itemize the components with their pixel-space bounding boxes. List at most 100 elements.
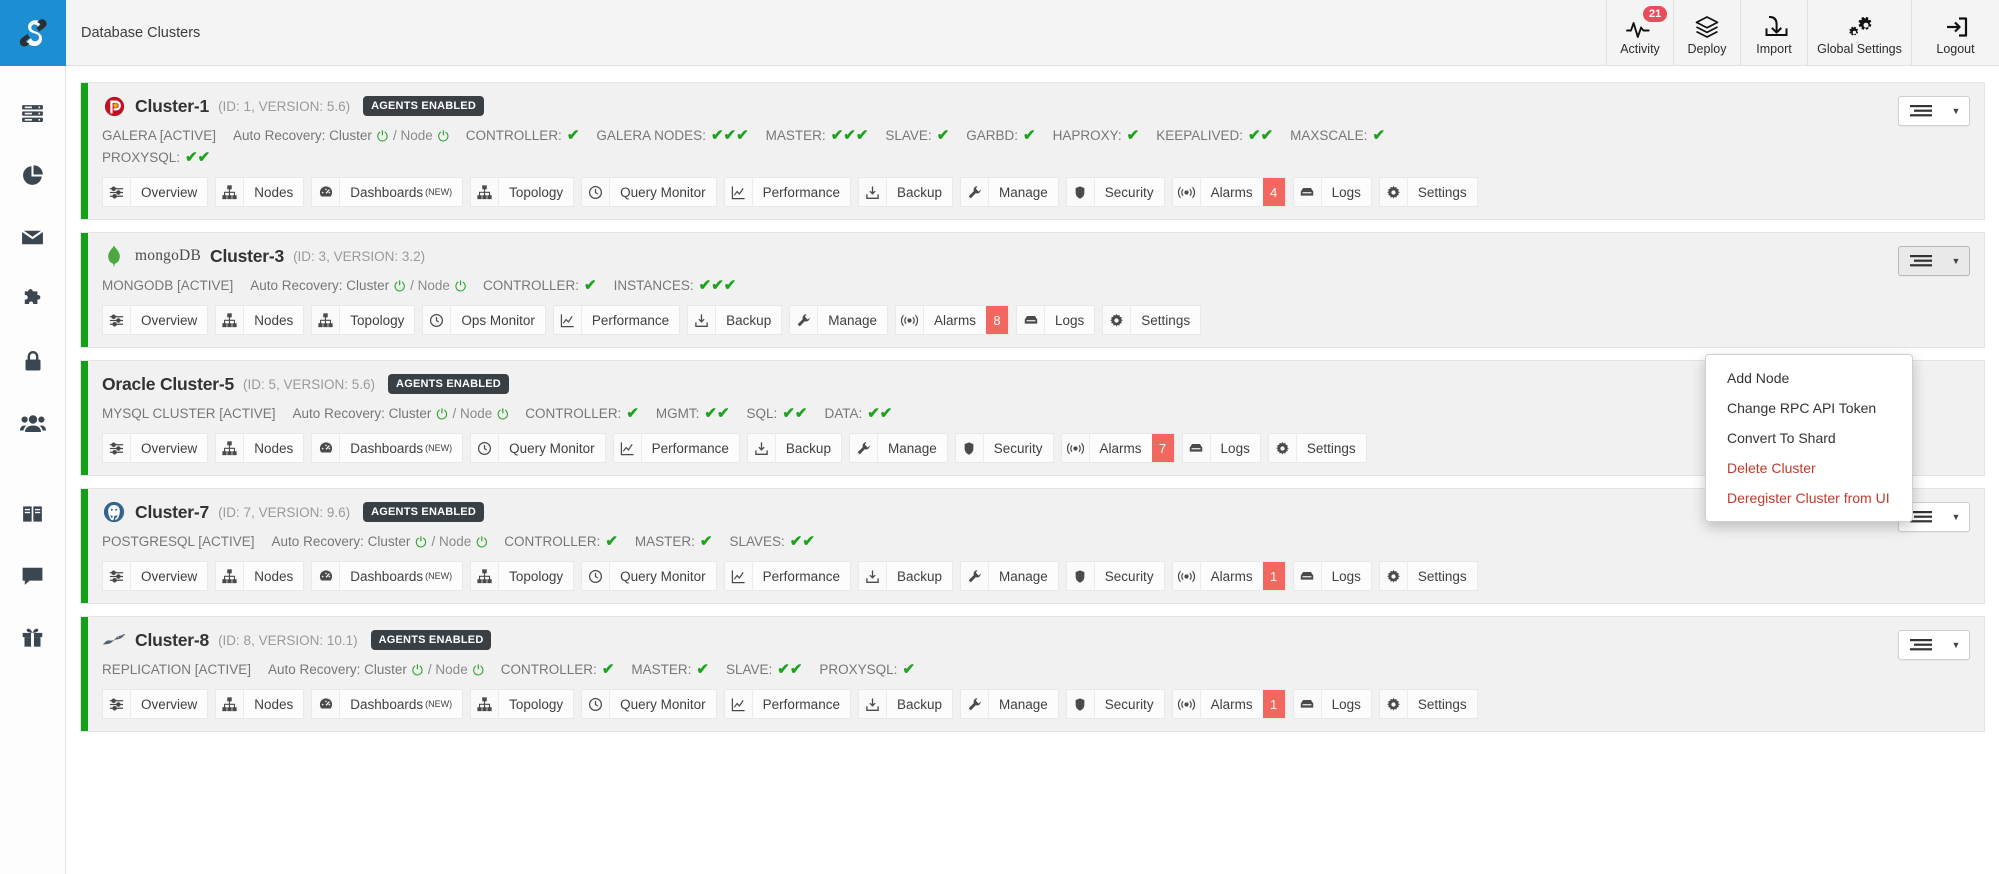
tab-ops-monitor[interactable]: Ops Monitor [422, 305, 546, 335]
app-logo[interactable] [0, 0, 66, 66]
tab-backup[interactable]: Backup [746, 433, 842, 463]
tab-performance[interactable]: Performance [723, 561, 851, 591]
sidebar-item-email-notifications[interactable] [0, 206, 66, 268]
logs-icon [1017, 306, 1046, 334]
tab-performance[interactable]: Performance [612, 433, 740, 463]
cluster-name: Cluster-3 [210, 245, 285, 266]
tab-settings[interactable]: Settings [1378, 561, 1478, 591]
topnav-import[interactable]: Import [1740, 0, 1807, 65]
tab-nodes[interactable]: Nodes [215, 305, 305, 335]
tab-dashboards[interactable]: Dashboards (NEW) [311, 433, 464, 463]
topnav-activity[interactable]: 21 Activity [1606, 0, 1673, 65]
cluster-actions-menu-button[interactable]: ▼ [1898, 630, 1970, 660]
tab-alarms[interactable]: Alarms 8 [895, 305, 1010, 335]
tab-query-monitor[interactable]: Query Monitor [581, 177, 717, 207]
sidebar-item-support[interactable] [0, 544, 66, 606]
check-icon: ✔ [626, 405, 639, 422]
tab-topology[interactable]: Topology [470, 689, 575, 719]
tab-backup[interactable]: Backup [857, 561, 953, 591]
tab-overview[interactable]: Overview [102, 305, 209, 335]
tab-nodes[interactable]: Nodes [215, 689, 305, 719]
tab-manage[interactable]: Manage [789, 305, 888, 335]
tab-settings[interactable]: Settings [1378, 177, 1478, 207]
sidebar-item-user-management[interactable] [0, 392, 66, 454]
tab-logs[interactable]: Logs [1292, 177, 1372, 207]
tab-logs[interactable]: Logs [1016, 305, 1096, 335]
signal-icon [896, 306, 924, 334]
tab-security[interactable]: Security [1065, 689, 1165, 719]
tab-backup[interactable]: Backup [857, 177, 953, 207]
tab-backup[interactable]: Backup [857, 689, 953, 719]
mariadb-icon [102, 628, 126, 652]
power-icon-cluster: ⏻ [376, 127, 388, 144]
tab-query-monitor[interactable]: Query Monitor [581, 561, 717, 591]
tab-topology[interactable]: Topology [470, 177, 575, 207]
cluster-status-line: MONGODB [ACTIVE] Auto Recovery: Cluster … [102, 276, 1970, 295]
tab-dashboards[interactable]: Dashboards (NEW) [311, 561, 464, 591]
tab-logs[interactable]: Logs [1292, 561, 1372, 591]
tab-dashboards[interactable]: Dashboards (NEW) [311, 689, 464, 719]
sidebar-item-documentation[interactable] [0, 482, 66, 544]
tab-performance[interactable]: Performance [552, 305, 681, 335]
tab-overview[interactable]: Overview [102, 433, 209, 463]
shield-icon [1066, 562, 1095, 590]
tab-manage[interactable]: Manage [960, 561, 1059, 591]
tab-logs[interactable]: Logs [1181, 433, 1261, 463]
auto-recovery-node-label: / Node [410, 278, 450, 293]
tab-dashboards[interactable]: Dashboards (NEW) [311, 177, 464, 207]
status-item: CONTROLLER: ✔ [504, 533, 618, 550]
menu-item-add-node[interactable]: Add Node [1706, 363, 1912, 393]
gift-icon [22, 628, 43, 647]
tab-performance[interactable]: Performance [723, 689, 851, 719]
power-icon-cluster: ⏻ [394, 277, 406, 294]
cluster-actions-menu-button[interactable]: ▼ [1898, 96, 1970, 126]
sidebar-item-integrations[interactable] [0, 268, 66, 330]
topnav-global-settings-label: Global Settings [1817, 42, 1902, 56]
tab-settings[interactable]: Settings [1102, 305, 1202, 335]
tab-settings[interactable]: Settings [1267, 433, 1367, 463]
topnav-logout[interactable]: Logout [1911, 0, 1999, 65]
tab-backup[interactable]: Backup [687, 305, 783, 335]
sidebar-item-reports[interactable] [0, 144, 66, 206]
tab-overview[interactable]: Overview [102, 561, 209, 591]
menu-item-convert-to-shard[interactable]: Convert To Shard [1706, 423, 1912, 453]
tab-performance[interactable]: Performance [723, 177, 851, 207]
menu-item-change-rpc-api-token[interactable]: Change RPC API Token [1706, 393, 1912, 423]
tab-logs[interactable]: Logs [1292, 689, 1372, 719]
sidebar-item-clusters[interactable] [0, 82, 66, 144]
tab-alarms[interactable]: Alarms 1 [1171, 689, 1286, 719]
tab-query-monitor[interactable]: Query Monitor [470, 433, 606, 463]
tab-alarms[interactable]: Alarms 4 [1171, 177, 1286, 207]
check-icon: ✔✔✔ [698, 277, 737, 294]
tab-alarms[interactable]: Alarms 1 [1171, 561, 1286, 591]
sidebar-item-key-management[interactable] [0, 330, 66, 392]
tab-query-monitor[interactable]: Query Monitor [581, 689, 717, 719]
tab-settings[interactable]: Settings [1378, 689, 1478, 719]
sidebar-icon-list [0, 66, 65, 668]
status-item: SLAVE: ✔✔ [725, 661, 803, 678]
tab-security[interactable]: Security [1065, 177, 1165, 207]
topnav-deploy[interactable]: Deploy [1673, 0, 1740, 65]
cluster-actions-menu-button[interactable]: ▼ [1898, 246, 1970, 276]
menu-item-deregister-cluster-from-ui[interactable]: Deregister Cluster from UI [1706, 483, 1912, 513]
tab-nodes[interactable]: Nodes [215, 561, 305, 591]
tab-nodes[interactable]: Nodes [215, 433, 305, 463]
tab-security[interactable]: Security [954, 433, 1054, 463]
tab-nodes[interactable]: Nodes [215, 177, 305, 207]
menu-item-delete-cluster[interactable]: Delete Cluster [1706, 453, 1912, 483]
tab-topology[interactable]: Topology [470, 561, 575, 591]
list-menu-icon [1899, 631, 1943, 659]
cluster-status-line: REPLICATION [ACTIVE] Auto Recovery: Clus… [102, 660, 1970, 679]
tab-manage[interactable]: Manage [960, 177, 1059, 207]
auto-recovery-cluster-label: Auto Recovery: Cluster [271, 534, 411, 549]
tab-manage[interactable]: Manage [848, 433, 948, 463]
tab-overview[interactable]: Overview [102, 177, 209, 207]
tab-topology[interactable]: Topology [311, 305, 416, 335]
sidebar-item-whats-new[interactable] [0, 606, 66, 668]
status-accent-bar [81, 617, 88, 731]
tab-manage[interactable]: Manage [960, 689, 1059, 719]
tab-security[interactable]: Security [1065, 561, 1165, 591]
tab-alarms[interactable]: Alarms 7 [1060, 433, 1175, 463]
tab-overview[interactable]: Overview [102, 689, 209, 719]
topnav-global-settings[interactable]: Global Settings [1807, 0, 1911, 65]
